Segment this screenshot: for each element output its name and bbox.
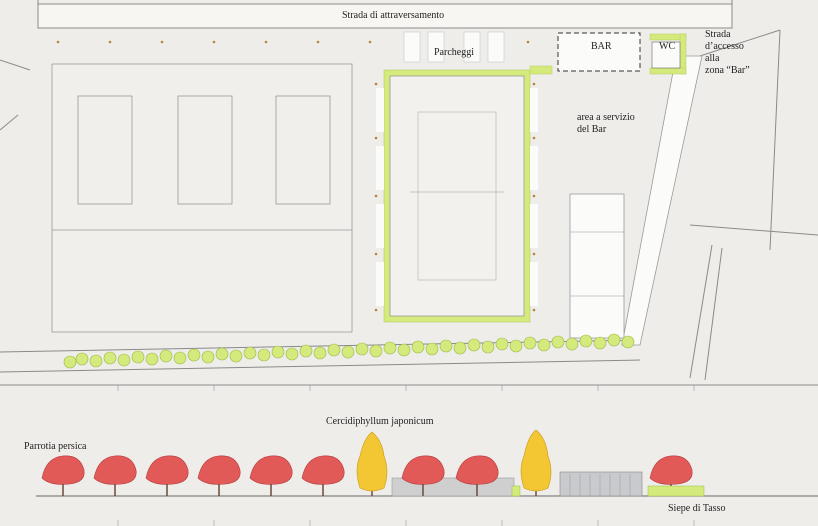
yew-hedge-label: Siepe di Tasso xyxy=(668,503,726,514)
bar-area-label-2: del Bar xyxy=(577,124,607,135)
access-road-label-4: zona “Bar” xyxy=(705,65,750,76)
access-road xyxy=(621,55,703,346)
elevation-ticks xyxy=(117,385,695,526)
bar-area-label-1: area a servizio xyxy=(577,112,635,123)
cercidiphyllum-label: Cercidiphyllum japonicum xyxy=(326,416,434,427)
plan-drawing xyxy=(0,0,818,526)
parrotia-label: Parrotia persica xyxy=(24,441,87,452)
access-road-label-3: alla xyxy=(705,53,720,64)
wc-label: WC xyxy=(659,41,676,52)
road-label: Strada di attraversamento xyxy=(342,10,445,21)
bar-service-area xyxy=(569,193,625,339)
access-road-label-1: Strada xyxy=(705,29,731,40)
landscape-plan-sheet: Strada di attraversamento Parcheggi BAR … xyxy=(0,0,818,526)
hedge-tree-row xyxy=(63,333,635,369)
tennis-courts-left xyxy=(51,63,353,333)
parking-label: Parcheggi xyxy=(434,47,474,58)
elevation-yew-hedge xyxy=(647,485,705,497)
elevation-bar-building xyxy=(559,471,643,497)
central-court xyxy=(376,69,538,323)
access-road-label-2: d’accesso xyxy=(705,41,744,52)
bar-label: BAR xyxy=(591,41,612,52)
